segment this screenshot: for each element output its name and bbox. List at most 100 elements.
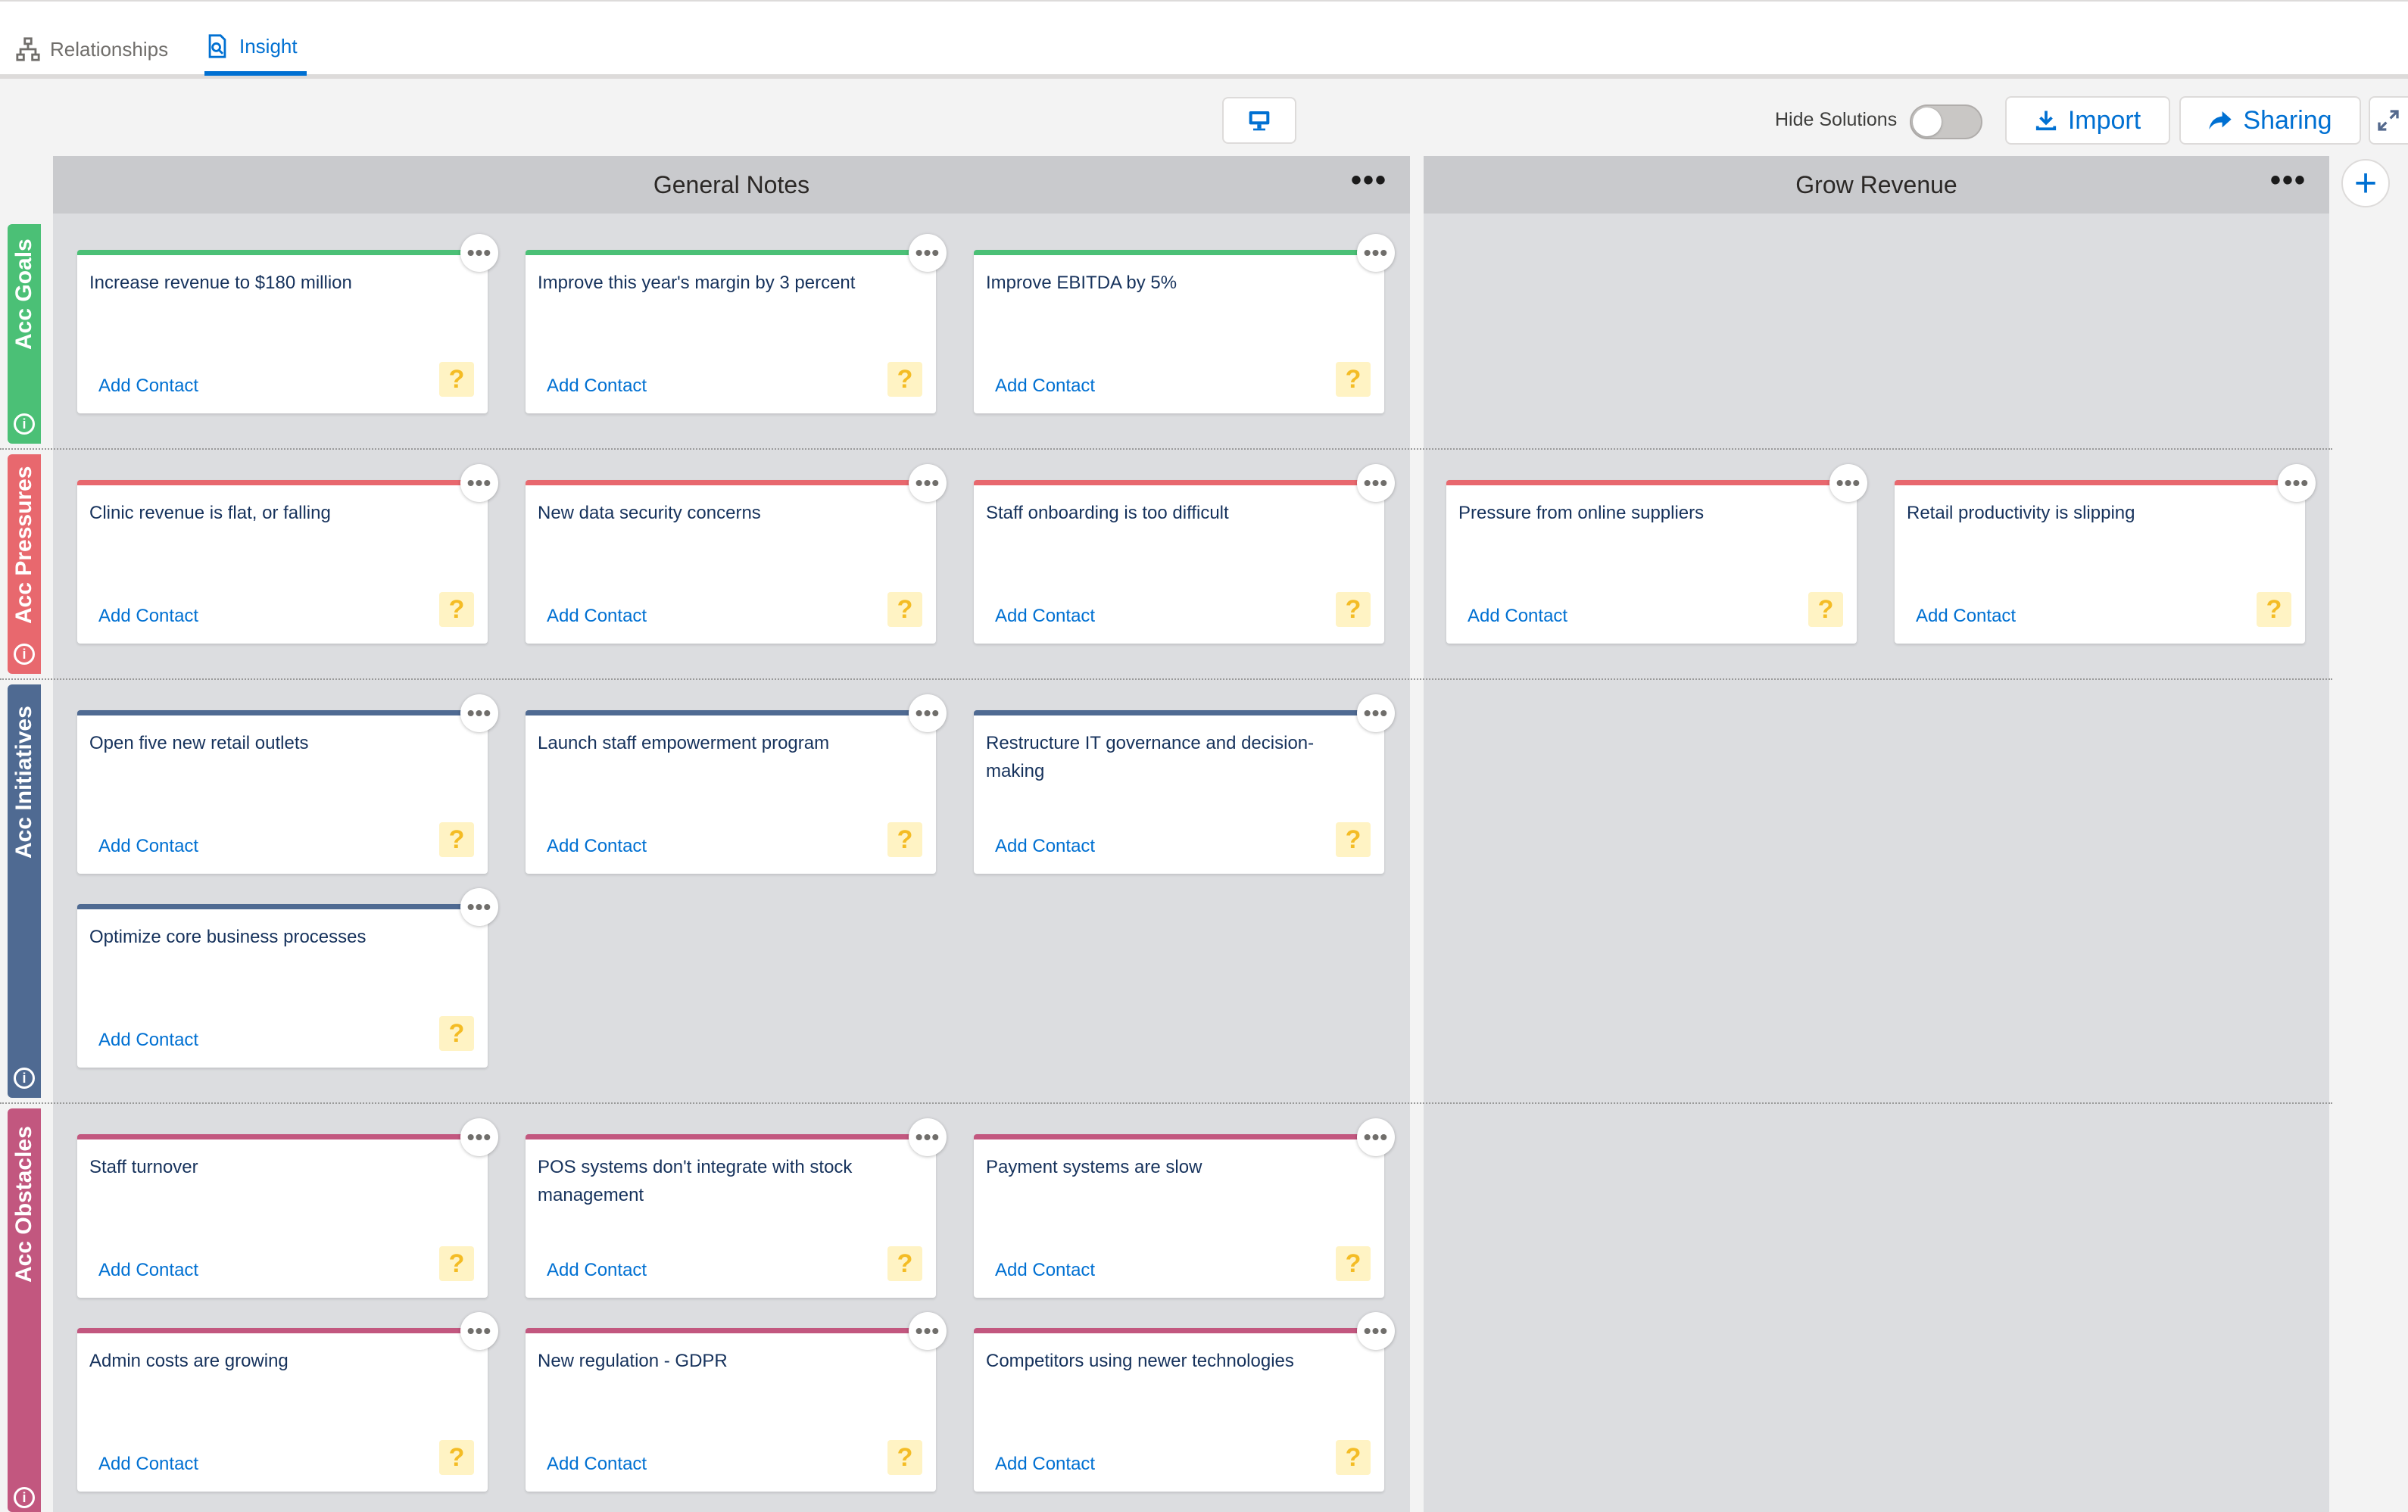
- note-card[interactable]: Open five new retail outlets Add Contact?…: [77, 694, 498, 874]
- add-contact-link[interactable]: Add Contact: [995, 1454, 1095, 1475]
- add-contact-link[interactable]: Add Contact: [98, 606, 198, 627]
- add-contact-link[interactable]: Add Contact: [547, 836, 647, 857]
- card-text: Restructure IT governance and decision-m…: [986, 733, 1315, 781]
- info-icon[interactable]: i: [14, 413, 35, 435]
- card-menu-button[interactable]: •••: [2278, 464, 2316, 502]
- question-icon[interactable]: ?: [1808, 592, 1843, 627]
- tab-relationships[interactable]: Relationships: [15, 23, 168, 76]
- card-menu-button[interactable]: •••: [909, 1118, 947, 1156]
- card-text: Improve EBITDA by 5%: [986, 273, 1177, 293]
- note-card[interactable]: Staff onboarding is too difficult Add Con…: [974, 464, 1395, 644]
- add-contact-link[interactable]: Add Contact: [547, 1454, 647, 1475]
- add-contact-link[interactable]: Add Contact: [1916, 606, 2016, 627]
- question-icon[interactable]: ?: [1336, 362, 1371, 397]
- column-grow-revenue: Grow Revenue •••: [1424, 156, 2329, 1512]
- sharing-button[interactable]: Sharing: [2179, 96, 2361, 145]
- add-contact-link[interactable]: Add Contact: [98, 376, 198, 397]
- card-menu-button[interactable]: •••: [909, 234, 947, 272]
- note-card[interactable]: Launch staff empowerment program Add Cont…: [526, 694, 947, 874]
- expand-button[interactable]: [2369, 96, 2408, 145]
- question-icon[interactable]: ?: [439, 592, 474, 627]
- add-contact-link[interactable]: Add Contact: [995, 1260, 1095, 1281]
- presentation-button[interactable]: [1222, 97, 1296, 144]
- card-menu-button[interactable]: •••: [1357, 694, 1395, 732]
- question-icon[interactable]: ?: [439, 1016, 474, 1051]
- question-icon[interactable]: ?: [887, 1246, 922, 1281]
- add-column-button[interactable]: +: [2341, 159, 2390, 207]
- note-card[interactable]: Admin costs are growing Add Contact? •••: [77, 1312, 498, 1492]
- add-contact-link[interactable]: Add Contact: [547, 606, 647, 627]
- add-contact-link[interactable]: Add Contact: [98, 1030, 198, 1051]
- card-menu-button[interactable]: •••: [460, 464, 498, 502]
- question-icon[interactable]: ?: [887, 822, 922, 857]
- info-icon[interactable]: i: [14, 1487, 35, 1508]
- add-contact-link[interactable]: Add Contact: [995, 836, 1095, 857]
- add-contact-link[interactable]: Add Contact: [995, 376, 1095, 397]
- question-icon[interactable]: ?: [439, 1246, 474, 1281]
- question-icon[interactable]: ?: [439, 1440, 474, 1475]
- lane-divider: [0, 448, 2332, 450]
- note-card[interactable]: Clinic revenue is flat, or falling Add Co…: [77, 464, 498, 644]
- tab-bar: Relationships Insight: [0, 0, 2408, 79]
- note-card[interactable]: Pressure from online suppliers Add Contac…: [1446, 464, 1867, 644]
- lane-acc-obstacles: Acc Obstacles i: [8, 1108, 41, 1512]
- hide-solutions-label: Hide Solutions: [1775, 109, 1898, 130]
- card-text: Staff onboarding is too difficult: [986, 503, 1229, 523]
- add-contact-link[interactable]: Add Contact: [995, 606, 1095, 627]
- import-button[interactable]: Import: [2005, 96, 2170, 145]
- note-card[interactable]: Improve this year's margin by 3 percent A…: [526, 234, 947, 413]
- note-card[interactable]: New data security concerns Add Contact? ••…: [526, 464, 947, 644]
- note-card[interactable]: POS systems don't integrate with stock m…: [526, 1118, 947, 1298]
- question-icon[interactable]: ?: [887, 592, 922, 627]
- question-icon[interactable]: ?: [439, 822, 474, 857]
- question-icon[interactable]: ?: [1336, 822, 1371, 857]
- question-icon[interactable]: ?: [1336, 592, 1371, 627]
- card-menu-button[interactable]: •••: [1357, 1118, 1395, 1156]
- card-menu-button[interactable]: •••: [460, 1312, 498, 1350]
- add-contact-link[interactable]: Add Contact: [547, 1260, 647, 1281]
- question-icon[interactable]: ?: [887, 362, 922, 397]
- column-header: Grow Revenue •••: [1424, 156, 2329, 214]
- add-contact-link[interactable]: Add Contact: [98, 1260, 198, 1281]
- note-card[interactable]: Retail productivity is slipping Add Conta…: [1895, 464, 2316, 644]
- card-menu-button[interactable]: •••: [460, 694, 498, 732]
- add-contact-link[interactable]: Add Contact: [1468, 606, 1567, 627]
- info-icon[interactable]: i: [14, 1068, 35, 1089]
- add-contact-link[interactable]: Add Contact: [547, 376, 647, 397]
- question-icon[interactable]: ?: [887, 1440, 922, 1475]
- note-card[interactable]: Increase revenue to $180 million Add Cont…: [77, 234, 498, 413]
- note-card[interactable]: Improve EBITDA by 5% Add Contact? •••: [974, 234, 1395, 413]
- add-contact-link[interactable]: Add Contact: [98, 836, 198, 857]
- card-menu-button[interactable]: •••: [460, 888, 498, 926]
- note-card[interactable]: Competitors using newer technologies Add …: [974, 1312, 1395, 1492]
- card-menu-button[interactable]: •••: [909, 464, 947, 502]
- note-card[interactable]: Payment systems are slow Add Contact? •••: [974, 1118, 1395, 1298]
- card-menu-button[interactable]: •••: [1357, 234, 1395, 272]
- expand-icon: [2378, 110, 2399, 131]
- lane-divider: [0, 678, 2332, 680]
- tab-insight[interactable]: Insight: [204, 21, 307, 76]
- add-contact-link[interactable]: Add Contact: [98, 1454, 198, 1475]
- note-card[interactable]: New regulation - GDPR Add Contact? •••: [526, 1312, 947, 1492]
- card-menu-button[interactable]: •••: [1829, 464, 1867, 502]
- question-icon[interactable]: ?: [1336, 1440, 1371, 1475]
- card-menu-button[interactable]: •••: [460, 234, 498, 272]
- card-menu-button[interactable]: •••: [1357, 1312, 1395, 1350]
- card-menu-button[interactable]: •••: [1357, 464, 1395, 502]
- question-icon[interactable]: ?: [2257, 592, 2291, 627]
- column-title: General Notes: [653, 170, 810, 198]
- card-text: New data security concerns: [538, 503, 761, 523]
- question-icon[interactable]: ?: [1336, 1246, 1371, 1281]
- note-card[interactable]: Optimize core business processes Add Cont…: [77, 888, 498, 1068]
- question-icon[interactable]: ?: [439, 362, 474, 397]
- card-menu-button[interactable]: •••: [909, 694, 947, 732]
- card-text: Improve this year's margin by 3 percent: [538, 273, 856, 293]
- card-menu-button[interactable]: •••: [909, 1312, 947, 1350]
- column-menu-button[interactable]: •••: [1351, 165, 1387, 195]
- column-menu-button[interactable]: •••: [2270, 165, 2307, 195]
- card-menu-button[interactable]: •••: [460, 1118, 498, 1156]
- note-card[interactable]: Restructure IT governance and decision-m…: [974, 694, 1395, 874]
- note-card[interactable]: Staff turnover Add Contact? •••: [77, 1118, 498, 1298]
- hide-solutions-toggle[interactable]: [1910, 104, 1982, 139]
- info-icon[interactable]: i: [14, 644, 35, 665]
